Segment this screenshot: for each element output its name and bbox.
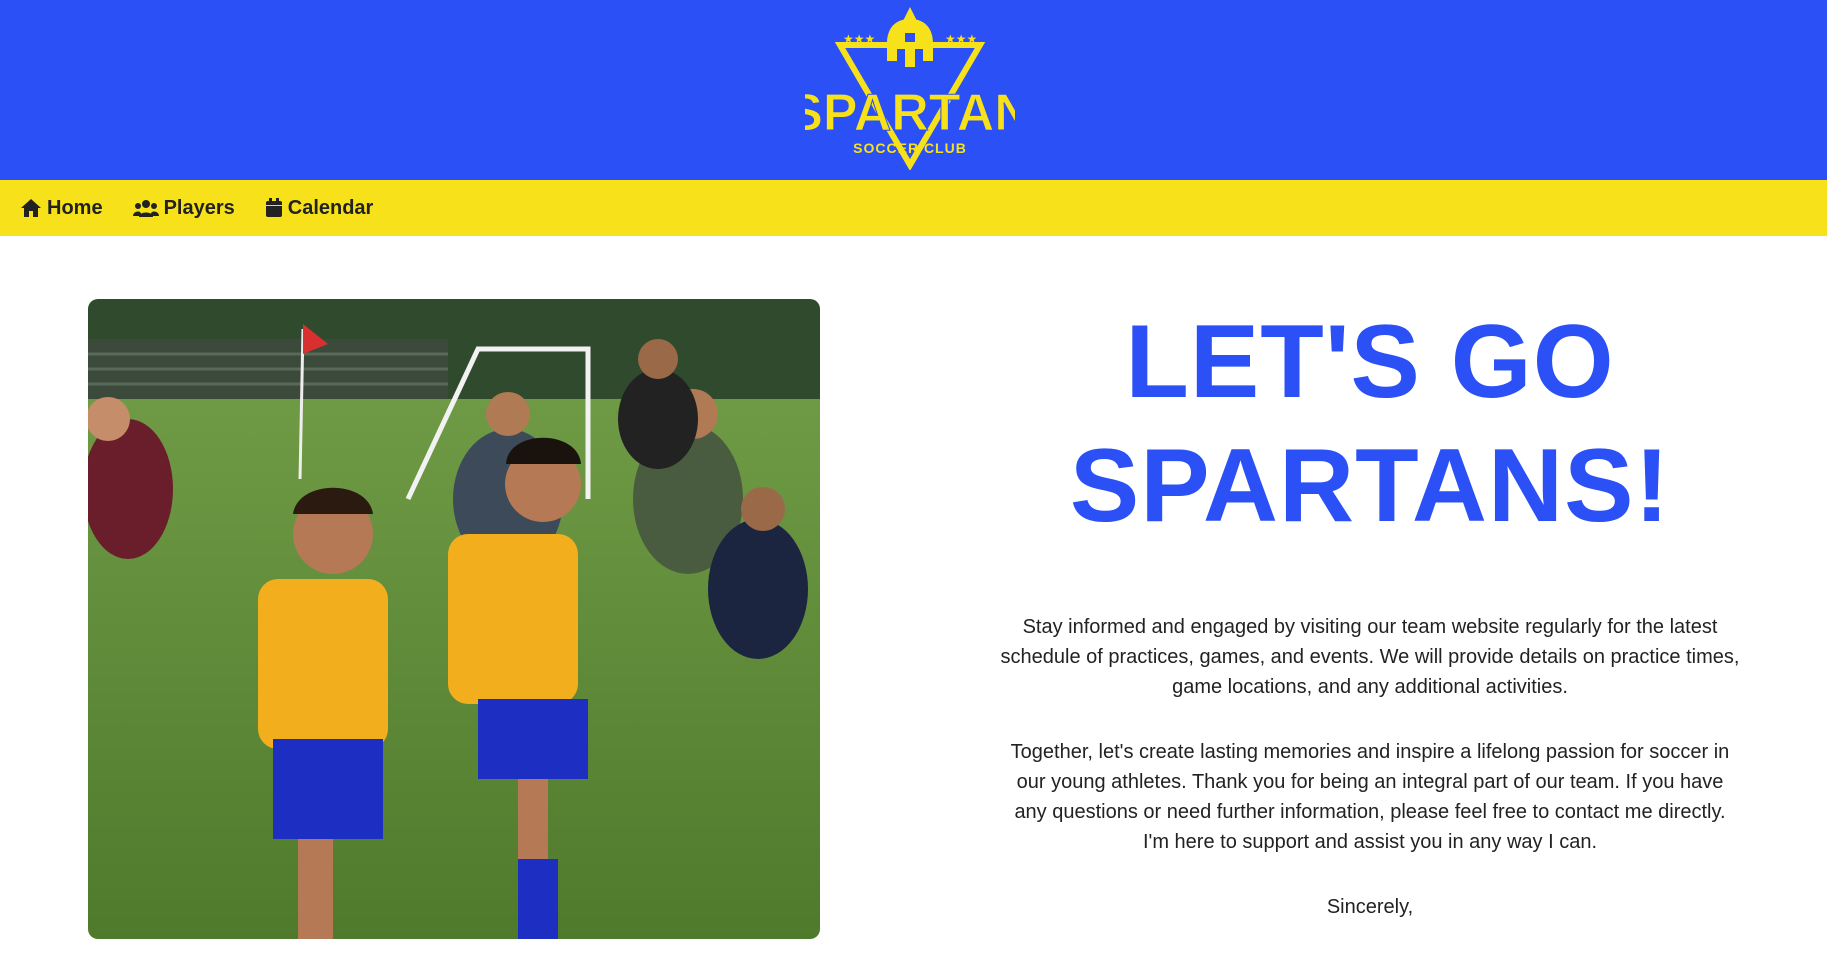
spartan-logo[interactable]: ★★★ ★★★ SPARTAN SOCCER CLUB xyxy=(805,5,1015,170)
closing-paragraph: Together, let's create lasting memories … xyxy=(1010,741,1730,853)
logo-wordmark: SPARTAN xyxy=(805,84,1015,142)
nav-calendar-label: Calendar xyxy=(287,196,374,219)
hero-headline: LET'S GO SPARTANS! xyxy=(1000,300,1740,548)
hero-copy: Stay informed and engaged by visiting ou… xyxy=(1000,612,1740,957)
signoff: Sincerely, xyxy=(1326,896,1414,918)
nav-players-label: Players xyxy=(163,196,235,219)
home-icon xyxy=(21,199,41,217)
nav-home[interactable]: Home xyxy=(20,197,103,220)
site-header: ★★★ ★★★ SPARTAN SOCCER CLUB xyxy=(0,0,1827,180)
nav-home-label: Home xyxy=(47,196,103,219)
logo-subtext: SOCCER CLUB xyxy=(853,140,967,156)
headline-line-1: LET'S GO xyxy=(1125,304,1615,420)
team-photo xyxy=(88,299,820,939)
nav-calendar[interactable]: Calendar xyxy=(265,196,374,220)
nav-players[interactable]: Players xyxy=(132,196,235,220)
headline-line-2: SPARTANS! xyxy=(1069,428,1671,544)
calendar-icon xyxy=(265,198,282,217)
svg-text:★★★: ★★★ xyxy=(945,32,977,46)
spartan-helmet-icon xyxy=(903,7,917,21)
svg-text:★★★: ★★★ xyxy=(843,32,875,46)
intro-paragraph: Stay informed and engaged by visiting ou… xyxy=(1000,616,1740,698)
main-nav: Home Players Calendar xyxy=(0,180,1827,236)
users-icon xyxy=(132,200,159,217)
